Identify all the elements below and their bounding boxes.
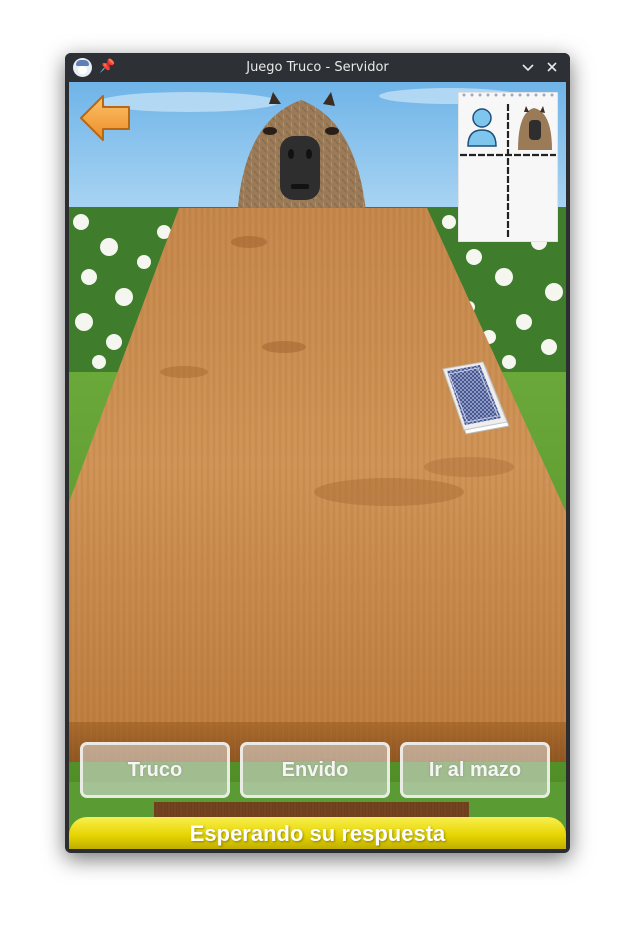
back-button[interactable] (79, 92, 131, 144)
title-bar: 📌 Juego Truco - Servidor (65, 53, 570, 82)
score-pad (457, 91, 559, 243)
envido-button[interactable]: Envido (240, 742, 390, 798)
status-message: Esperando su respuesta (69, 817, 566, 849)
ir-al-mazo-button[interactable]: Ir al mazo (400, 742, 550, 798)
window-title: Juego Truco - Servidor (246, 60, 389, 75)
truco-button[interactable]: Truco (80, 742, 230, 798)
close-icon[interactable] (543, 58, 561, 76)
app-icon (73, 58, 92, 77)
minimize-chevron-icon[interactable] (519, 58, 537, 76)
pin-icon[interactable]: 📌 (99, 59, 115, 75)
back-arrow-icon (80, 95, 130, 141)
game-window: 📌 Juego Truco - Servidor Truco Envido Ir… (65, 53, 570, 853)
game-area: Truco Envido Ir al mazo Esperando su res… (69, 82, 566, 849)
